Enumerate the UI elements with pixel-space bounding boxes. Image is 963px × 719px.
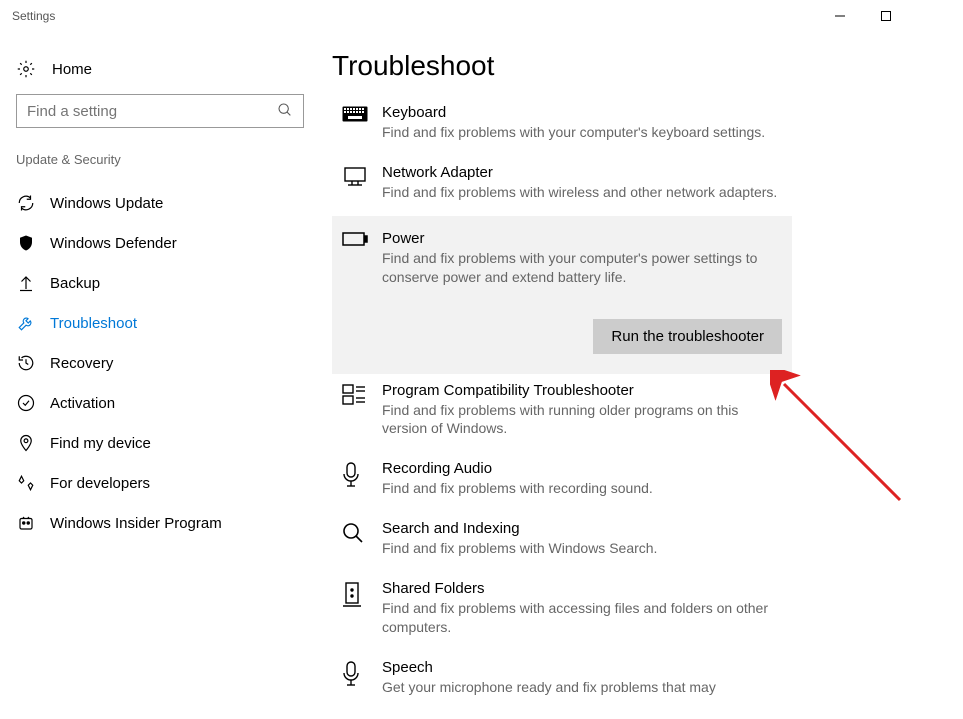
location-icon bbox=[16, 434, 36, 452]
troubleshooter-program-compatibility[interactable]: Program Compatibility Troubleshooter Fin… bbox=[332, 374, 792, 453]
maximize-button[interactable] bbox=[863, 0, 909, 32]
home-nav[interactable]: Home bbox=[8, 52, 312, 94]
troubleshooter-search-indexing[interactable]: Search and Indexing Find and fix problem… bbox=[332, 512, 792, 572]
ts-title: Program Compatibility Troubleshooter bbox=[382, 382, 782, 399]
nav-label: Recovery bbox=[50, 355, 113, 372]
home-label: Home bbox=[52, 61, 92, 78]
history-icon bbox=[16, 354, 36, 372]
ts-desc: Get your microphone ready and fix proble… bbox=[382, 678, 782, 697]
troubleshooter-network-adapter[interactable]: Network Adapter Find and fix problems wi… bbox=[332, 156, 792, 216]
search-input[interactable] bbox=[27, 103, 277, 120]
nav-find-my-device[interactable]: Find my device bbox=[8, 423, 312, 463]
refresh-icon bbox=[16, 194, 36, 212]
main-content: Troubleshoot Keyboard Find and fix probl… bbox=[320, 32, 963, 711]
nav-label: Find my device bbox=[50, 435, 151, 452]
nav-label: Windows Defender bbox=[50, 235, 177, 252]
gear-icon bbox=[16, 60, 36, 78]
battery-icon bbox=[342, 230, 368, 287]
program-compat-icon bbox=[342, 382, 368, 439]
ts-desc: Find and fix problems with running older… bbox=[382, 401, 782, 439]
ts-title: Shared Folders bbox=[382, 580, 782, 597]
insider-icon bbox=[16, 514, 36, 532]
ts-desc: Find and fix problems with your computer… bbox=[382, 123, 782, 142]
ts-desc: Find and fix problems with wireless and … bbox=[382, 183, 782, 202]
ts-title: Network Adapter bbox=[382, 164, 782, 181]
ts-title: Recording Audio bbox=[382, 460, 782, 477]
search-box[interactable] bbox=[16, 94, 304, 128]
troubleshooter-keyboard[interactable]: Keyboard Find and fix problems with your… bbox=[332, 96, 792, 156]
troubleshooter-shared-folders[interactable]: Shared Folders Find and fix problems wit… bbox=[332, 572, 792, 651]
run-troubleshooter-button[interactable]: Run the troubleshooter bbox=[593, 319, 782, 354]
ts-desc: Find and fix problems with accessing fil… bbox=[382, 599, 782, 637]
nav-label: Troubleshoot bbox=[50, 315, 137, 332]
nav-windows-insider[interactable]: Windows Insider Program bbox=[8, 503, 312, 543]
tools-icon bbox=[16, 474, 36, 492]
wrench-icon bbox=[16, 314, 36, 332]
shield-icon bbox=[16, 234, 36, 252]
window-controls bbox=[817, 0, 955, 32]
titlebar: Settings bbox=[0, 0, 963, 32]
microphone-icon bbox=[342, 460, 368, 498]
nav-label: Windows Update bbox=[50, 195, 163, 212]
troubleshooter-speech[interactable]: Speech Get your microphone ready and fix… bbox=[332, 651, 792, 711]
troubleshooter-power[interactable]: Power Find and fix problems with your co… bbox=[332, 216, 792, 374]
checkmark-icon bbox=[16, 394, 36, 412]
ts-title: Search and Indexing bbox=[382, 520, 782, 537]
section-label: Update & Security bbox=[8, 152, 312, 183]
window-title: Settings bbox=[8, 9, 817, 23]
nav-backup[interactable]: Backup bbox=[8, 263, 312, 303]
network-adapter-icon bbox=[342, 164, 368, 202]
nav-for-developers[interactable]: For developers bbox=[8, 463, 312, 503]
ts-desc: Find and fix problems with Windows Searc… bbox=[382, 539, 782, 558]
ts-title: Power bbox=[382, 230, 782, 247]
ts-title: Keyboard bbox=[382, 104, 782, 121]
shared-folders-icon bbox=[342, 580, 368, 637]
minimize-button[interactable] bbox=[817, 0, 863, 32]
keyboard-icon bbox=[342, 104, 368, 142]
sidebar: Home Update & Security Windows Update Wi… bbox=[0, 32, 320, 711]
nav-label: For developers bbox=[50, 475, 150, 492]
troubleshooter-recording-audio[interactable]: Recording Audio Find and fix problems wi… bbox=[332, 452, 792, 512]
backup-icon bbox=[16, 274, 36, 292]
nav-label: Backup bbox=[50, 275, 100, 292]
nav-label: Windows Insider Program bbox=[50, 515, 222, 532]
ts-desc: Find and fix problems with your computer… bbox=[382, 249, 782, 287]
nav-troubleshoot[interactable]: Troubleshoot bbox=[8, 303, 312, 343]
ts-desc: Find and fix problems with recording sou… bbox=[382, 479, 782, 498]
nav-activation[interactable]: Activation bbox=[8, 383, 312, 423]
search-icon bbox=[277, 102, 293, 121]
search-icon bbox=[342, 520, 368, 558]
nav-windows-update[interactable]: Windows Update bbox=[8, 183, 312, 223]
ts-title: Speech bbox=[382, 659, 782, 676]
nav-recovery[interactable]: Recovery bbox=[8, 343, 312, 383]
microphone-icon bbox=[342, 659, 368, 697]
page-title: Troubleshoot bbox=[332, 50, 963, 82]
nav-windows-defender[interactable]: Windows Defender bbox=[8, 223, 312, 263]
nav-label: Activation bbox=[50, 395, 115, 412]
